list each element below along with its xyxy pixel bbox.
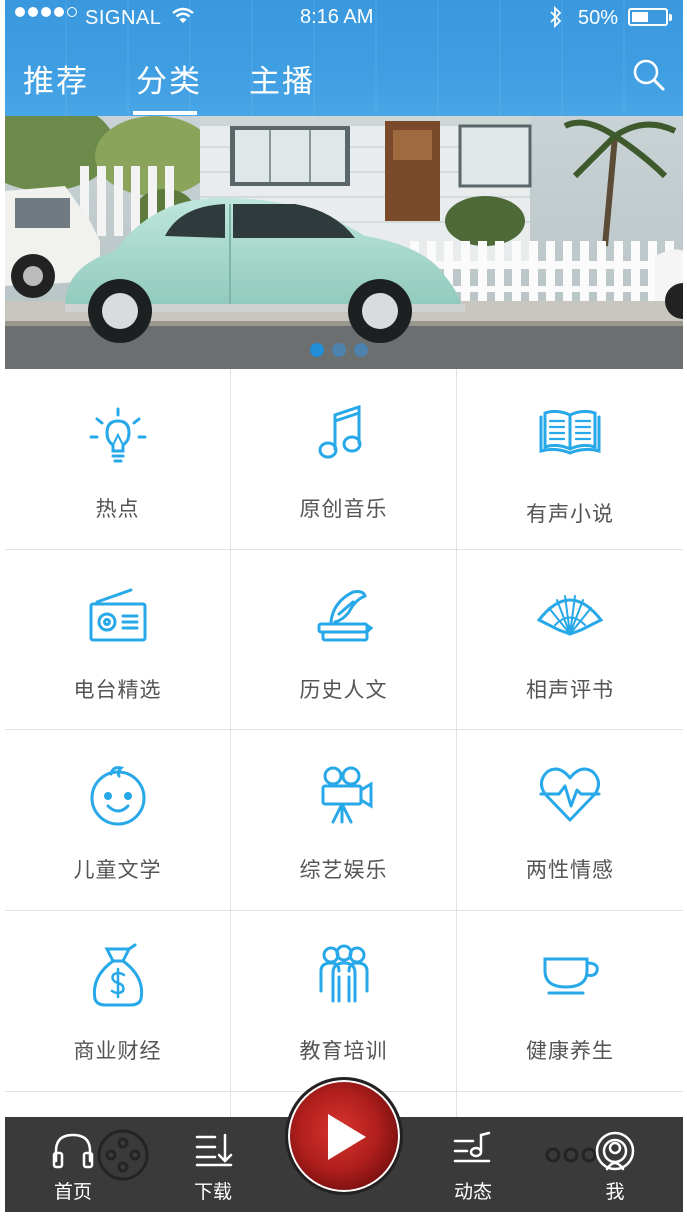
- category-label: 原创音乐: [299, 498, 388, 521]
- category-education[interactable]: 教育培训: [231, 911, 457, 1091]
- status-time: 8:16 AM: [300, 6, 374, 28]
- category-label: 有声小说: [526, 503, 614, 526]
- category-label: 历史人文: [299, 679, 388, 702]
- tab-label: 动态: [453, 1182, 492, 1203]
- category-original-music[interactable]: 原创音乐: [231, 369, 457, 549]
- battery-icon: [628, 8, 672, 26]
- music-note-icon: [309, 399, 379, 469]
- lightbulb-icon: [83, 399, 153, 469]
- play-button[interactable]: [285, 1077, 403, 1195]
- top-bar: SIGNAL 8:16 AM 50% 推荐 分类 主播: [5, 0, 683, 116]
- tab-host[interactable]: 主播: [249, 56, 315, 101]
- category-label: 教育培训: [299, 1040, 388, 1063]
- category-finance[interactable]: 商业财经: [5, 911, 231, 1091]
- app-screen: SIGNAL 8:16 AM 50% 推荐 分类 主播 热点 原创音乐 有声小说…: [5, 0, 683, 1212]
- tab-label: 下载: [193, 1182, 232, 1203]
- category-label: 相声评书: [526, 679, 614, 702]
- baby-face-icon: [83, 760, 153, 830]
- category-label: 儿童文学: [73, 859, 162, 882]
- folding-fan-icon: [535, 580, 605, 650]
- status-bar: SIGNAL 8:16 AM 50%: [5, 0, 683, 36]
- tab-recommend[interactable]: 推荐: [23, 56, 89, 101]
- category-label: 健康养生: [526, 1040, 614, 1063]
- category-radio[interactable]: 电台精选: [5, 550, 231, 729]
- active-tab-indicator: [133, 111, 197, 115]
- tab-label: 首页: [53, 1182, 92, 1203]
- category-hot[interactable]: 热点: [5, 369, 231, 549]
- tea-cup-icon: [535, 941, 605, 1011]
- heart-pulse-icon: [535, 760, 605, 830]
- category-history[interactable]: 历史人文: [231, 550, 457, 729]
- carousel-dot[interactable]: [332, 343, 346, 357]
- category-crosstalk[interactable]: 相声评书: [457, 550, 683, 729]
- play-icon: [328, 1114, 366, 1160]
- headphones-icon: [52, 1131, 94, 1174]
- bluetooth-icon: [549, 5, 563, 35]
- category-label: 综艺娱乐: [299, 859, 388, 882]
- open-book-icon: [535, 399, 605, 469]
- carousel-dot[interactable]: [354, 343, 368, 357]
- carousel-dot-active[interactable]: [310, 343, 324, 357]
- category-audiobook[interactable]: 有声小说: [457, 369, 683, 549]
- battery-percent: 50%: [578, 7, 619, 29]
- search-icon[interactable]: [632, 58, 666, 92]
- download-list-icon: [193, 1131, 233, 1172]
- category-label: 电台精选: [73, 679, 162, 702]
- carousel-indicator: [310, 343, 368, 357]
- category-relationships[interactable]: 两性情感: [457, 730, 683, 910]
- people-group-icon: [309, 941, 379, 1011]
- wifi-icon: [171, 6, 195, 32]
- tab-feed[interactable]: 动态: [423, 1117, 523, 1212]
- category-health[interactable]: 健康养生: [457, 911, 683, 1091]
- movie-camera-icon: [309, 760, 379, 830]
- tab-download[interactable]: 下载: [163, 1117, 263, 1212]
- tab-me[interactable]: 我: [565, 1117, 665, 1212]
- category-grid: 热点 原创音乐 有声小说 电台精选 历史人文 相声评书 儿童文学 综艺娱乐 两性…: [5, 369, 683, 1132]
- money-bag-icon: [83, 941, 153, 1011]
- banner-image: [5, 116, 683, 369]
- category-label: 热点: [95, 498, 140, 521]
- tab-home[interactable]: 首页: [23, 1117, 123, 1212]
- quill-books-icon: [309, 580, 379, 650]
- category-variety[interactable]: 综艺娱乐: [231, 730, 457, 910]
- podcast-user-icon: [594, 1131, 636, 1178]
- carrier-name: SIGNAL: [85, 7, 162, 29]
- category-label: 两性情感: [526, 859, 614, 882]
- signal-strength-icon: [15, 7, 77, 17]
- tab-category[interactable]: 分类: [136, 56, 202, 101]
- category-label: 商业财经: [73, 1040, 162, 1063]
- category-children[interactable]: 儿童文学: [5, 730, 231, 910]
- tab-label: 我: [605, 1182, 625, 1203]
- category-nav: 推荐 分类 主播: [5, 36, 683, 116]
- banner-carousel[interactable]: [5, 116, 683, 369]
- music-list-icon: [453, 1131, 493, 1172]
- radio-icon: [83, 580, 153, 650]
